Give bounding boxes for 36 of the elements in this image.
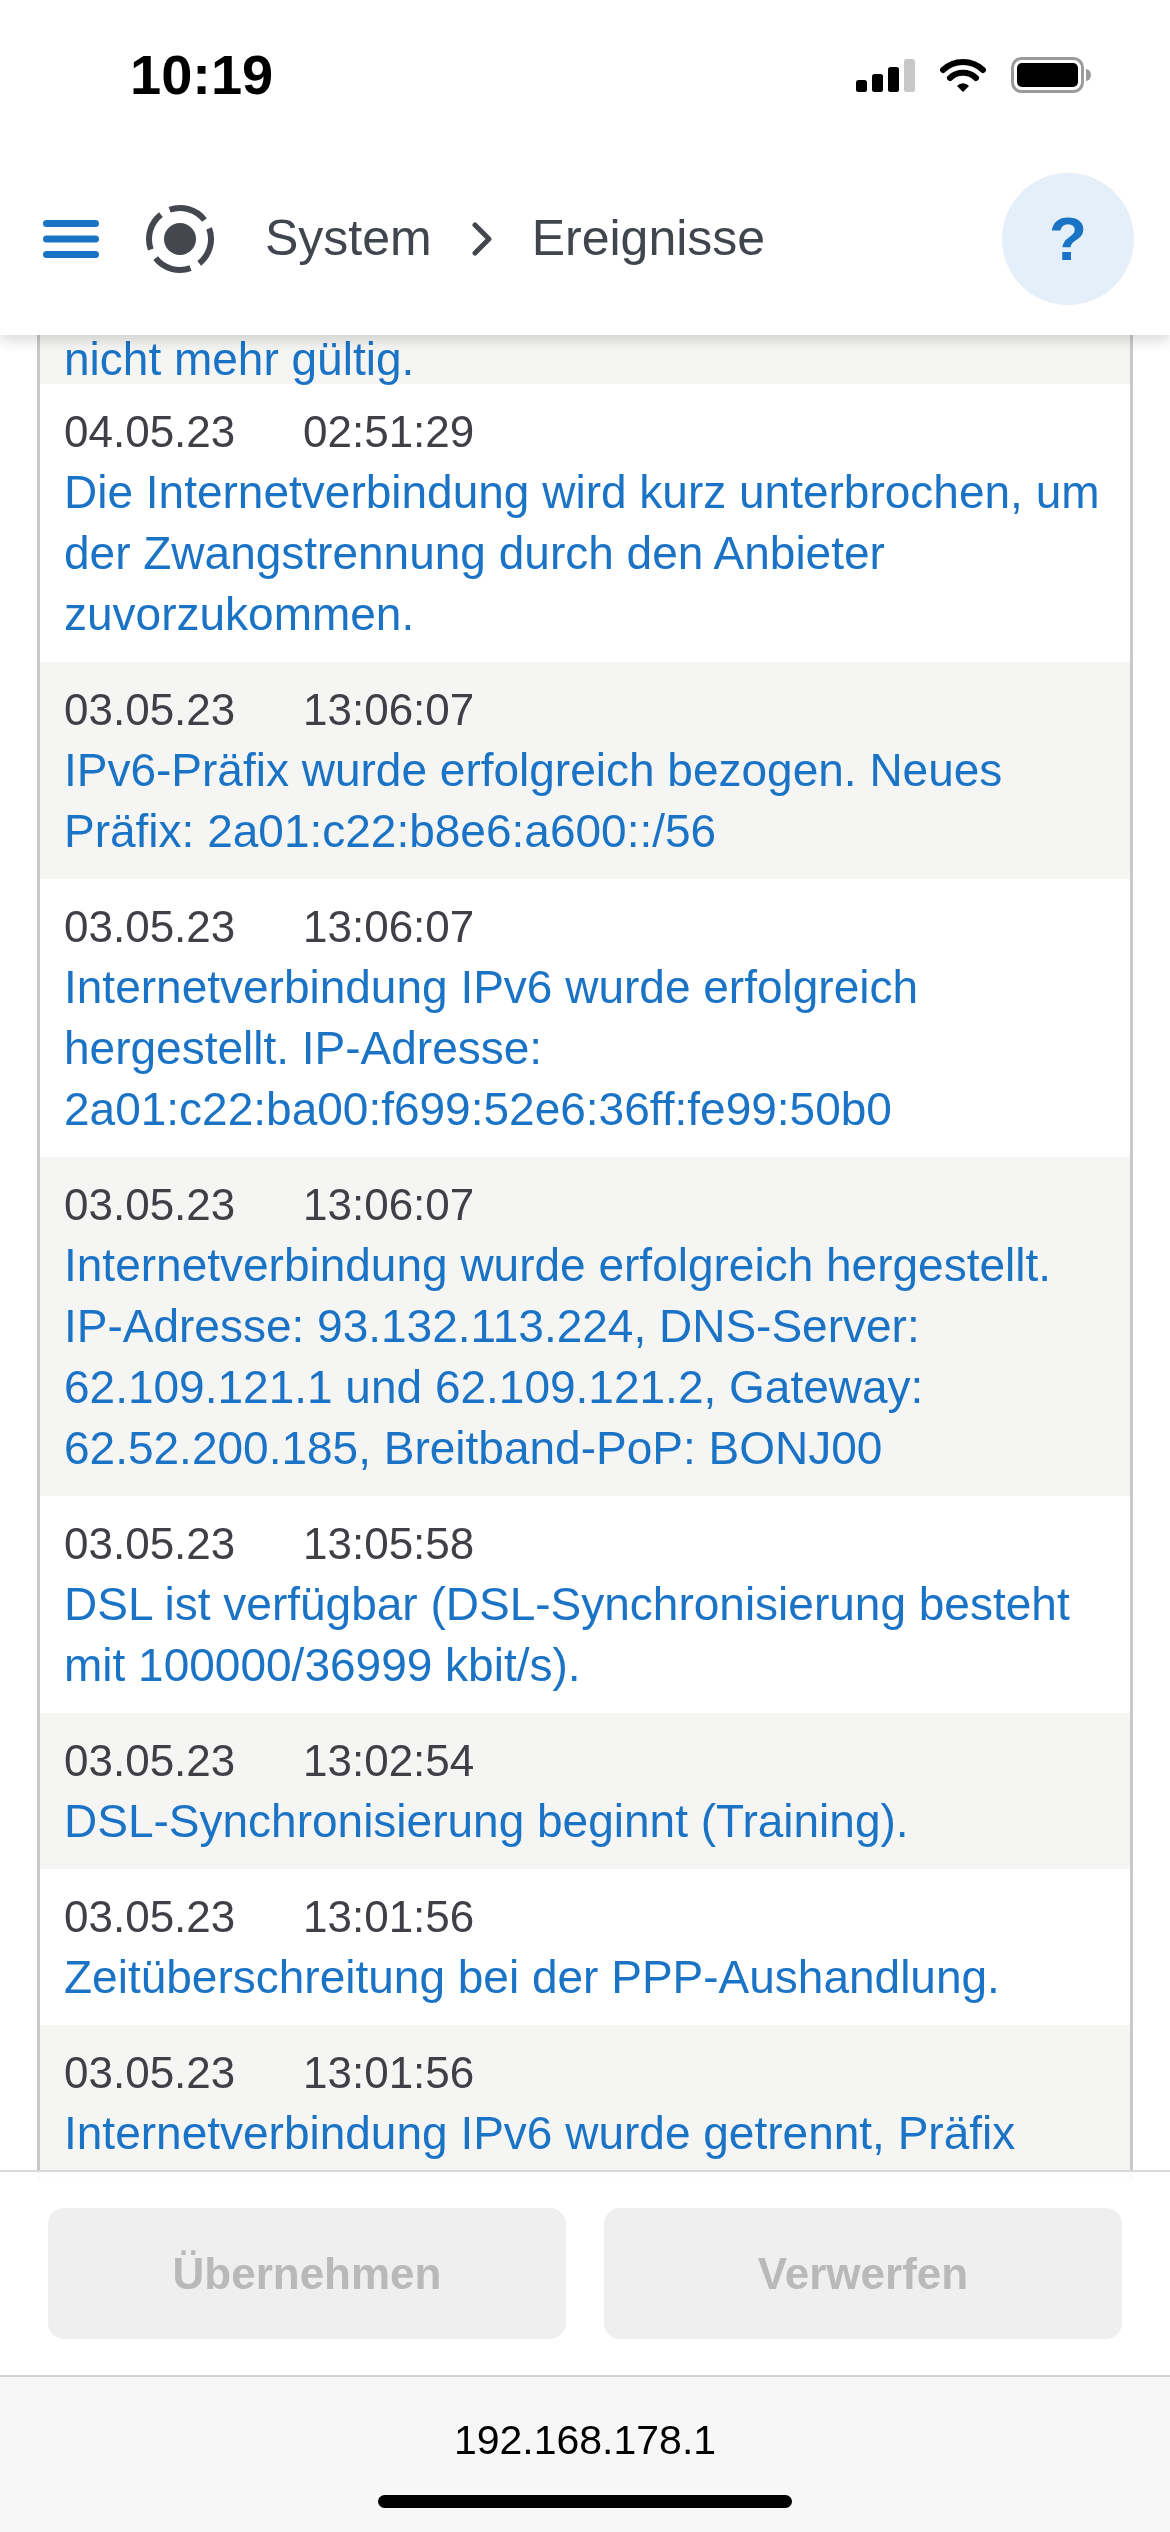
event-time: 13:06:07 (303, 901, 475, 953)
event-message-link[interactable]: DSL-Synchronisierung beginnt (Training). (64, 1791, 1106, 1852)
wifi-icon (940, 58, 986, 92)
event-message-link[interactable]: nicht mehr gültig. (64, 335, 1106, 383)
event-message-link[interactable]: Die Internetverbindung wird kurz unterbrochen, um der Zwangstrennung durch den Anbieter zuvorzukommen. (64, 462, 1106, 645)
event-date: 03.05.23 (64, 1518, 237, 1570)
breadcrumb-item: Ereignisse (531, 209, 766, 268)
breadcrumb-item[interactable]: System (265, 201, 432, 276)
event-message-link[interactable]: Internetverbindung IPv6 wurde erfolgreich hergestellt. IP-Adresse: 2a01:c22:ba00:f699:52e6:36ff:fe99:50b0 (64, 957, 1106, 1140)
event-time: 02:51:29 (303, 406, 475, 458)
event-message-link[interactable]: Internetverbindung IPv6 wurde getrennt, Präfix (64, 2103, 1106, 2164)
event-date: 04.05.23 (64, 406, 237, 458)
event-time: 13:02:54 (303, 1735, 475, 1787)
event-message-link[interactable]: Zeitüberschreitung bei der PPP-Aushandlung. (64, 1947, 1106, 2008)
battery-icon (1011, 57, 1091, 93)
chevron-right-icon (470, 220, 493, 257)
status-time: 10:19 (130, 42, 274, 108)
event-time: 13:01:56 (303, 2047, 475, 2099)
dot-ring-icon (145, 203, 215, 274)
event-date: 03.05.23 (64, 1179, 237, 1231)
event-message-link[interactable]: DSL ist verfügbar (DSL-Synchronisierung besteht mit 100000/36999 kbit/s). (64, 1574, 1106, 1696)
event-message-link[interactable]: IPv6-Präfix wurde erfolgreich bezogen. Neues Präfix: 2a01:c22:b8e6:a600::/56 (64, 740, 1106, 862)
event-date: 03.05.23 (64, 1891, 237, 1943)
url-text[interactable]: 192.168.178.1 (453, 2415, 717, 2465)
event-time: 13:05:58 (303, 1518, 475, 1570)
event-date: 03.05.23 (64, 2047, 237, 2099)
event-date: 03.05.23 (64, 684, 237, 736)
help-button[interactable]: ? (1002, 172, 1134, 305)
signal-icon (856, 58, 915, 92)
event-date: 03.05.23 (64, 901, 237, 953)
event-time: 13:01:56 (303, 1891, 475, 1943)
event-time: 13:06:07 (303, 684, 475, 736)
event-date: 03.05.23 (64, 1735, 237, 1787)
menu-icon[interactable] (43, 219, 99, 258)
event-message-link[interactable]: Internetverbindung wurde erfolgreich hergestellt. IP-Adresse: 93.132.113.224, DNS-Server: 62.109.121.1 und 62.109.121.2, Gateway: 62.52.200.185, Breitband-PoP: BONJ00 (64, 1235, 1106, 1479)
event-time: 13:06:07 (303, 1179, 475, 1231)
